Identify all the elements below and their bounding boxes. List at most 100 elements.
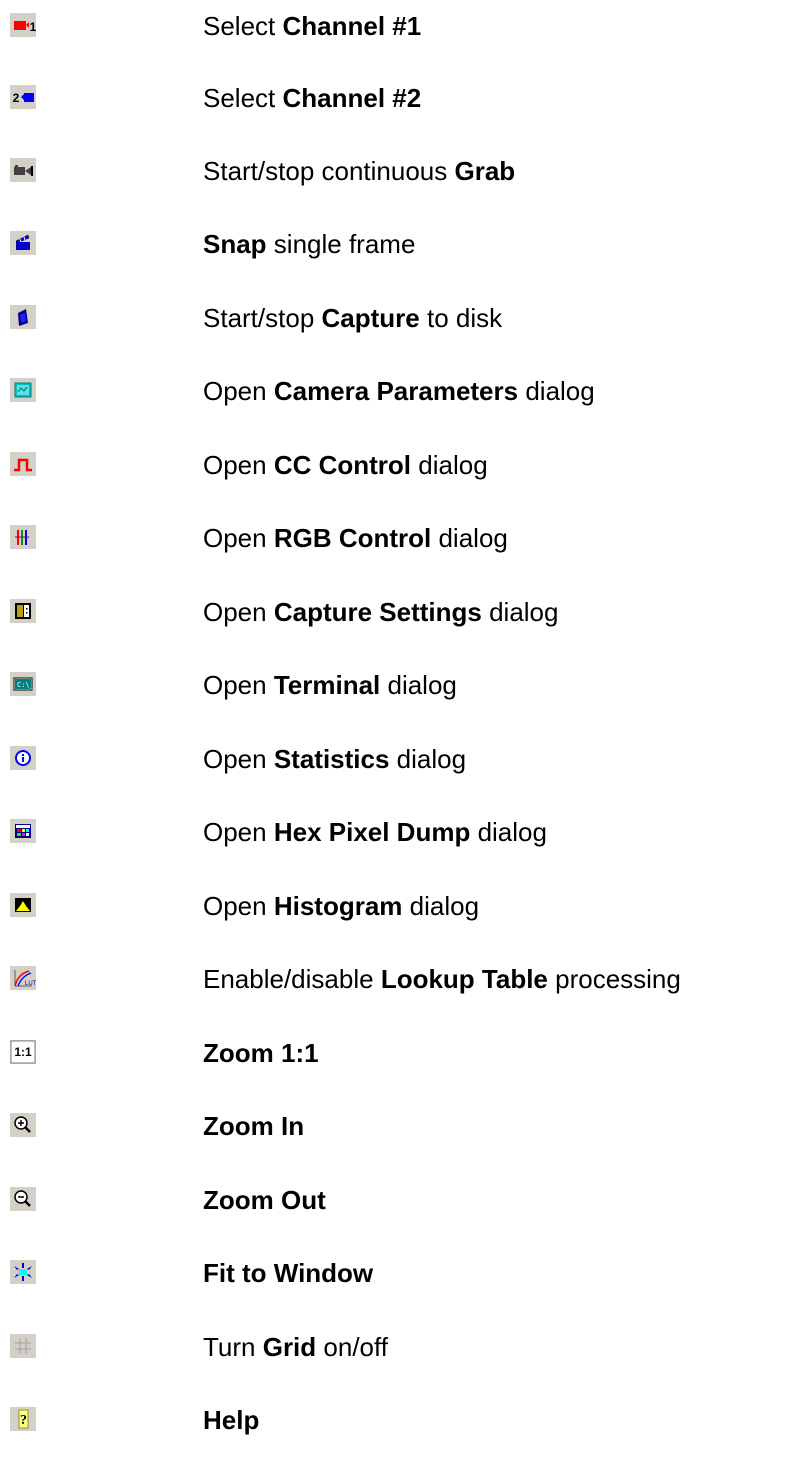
capture-settings-icon [10, 599, 36, 623]
legend-row: Open Histogram dialog [0, 880, 796, 940]
legend-row: Open RGB Control dialog [0, 512, 796, 572]
lut-curve-icon: LUT [10, 966, 36, 990]
button-name: Grid [262, 1332, 317, 1362]
channel-1-digit: 1 [30, 20, 36, 34]
legend-row: Open Statistics dialog [0, 733, 796, 793]
legend-description: Open CC Control dialog [203, 447, 488, 483]
legend-row: LUT Enable/disable Lookup Table processin… [0, 953, 796, 1013]
legend-description: Open Terminal dialog [203, 667, 457, 703]
button-name: Capture Settings [273, 597, 482, 627]
pulse-waveform-icon [10, 452, 36, 476]
legend-description: Zoom In [203, 1108, 304, 1144]
description-suffix: processing [547, 964, 681, 994]
svg-text:C:\_: C:\_ [17, 681, 35, 689]
button-name: Fit to Window [203, 1258, 374, 1288]
description-prefix: Select [203, 11, 283, 41]
legend-row: Turn Grid on/off [0, 1321, 796, 1381]
legend-description: Start/stop continuous Grab [203, 153, 515, 189]
description-prefix: Enable/disable [203, 964, 381, 994]
legend-description: Select Channel #1 [203, 8, 421, 44]
legend-description: Start/stop Capture to disk [203, 300, 502, 336]
button-name: Terminal [273, 670, 381, 700]
description-prefix: Open [203, 450, 274, 480]
description-prefix: Open [203, 670, 274, 700]
description-prefix: Select [203, 83, 283, 113]
legend-row: C:\_ Open Terminal dialog [0, 659, 796, 719]
legend-row: Open Capture Settings dialog [0, 586, 796, 646]
description-prefix: Start/stop continuous [203, 156, 455, 186]
zoom-1-1-icon: 1:1 [10, 1040, 36, 1064]
button-name: Grab [454, 156, 516, 186]
description-suffix: to disk [419, 303, 503, 333]
button-name: Snap [203, 229, 267, 259]
zoom-ratio-text: 1:1 [14, 1045, 32, 1059]
terminal-icon: C:\_ [10, 672, 36, 696]
button-name: Camera Parameters [273, 376, 519, 406]
channel-1-icon: 1 [10, 13, 36, 37]
zoom-in-icon [10, 1113, 36, 1137]
legend-description: Select Channel #2 [203, 80, 421, 116]
button-name: Zoom 1:1 [203, 1038, 319, 1068]
legend-row: Open Hex Pixel Dump dialog [0, 806, 796, 866]
button-name: Histogram [273, 891, 403, 921]
info-icon [10, 746, 36, 770]
legend-row: Open Camera Parameters dialog [0, 365, 796, 425]
legend-row: Snap single frame [0, 218, 796, 278]
grid-icon [10, 1334, 36, 1358]
description-suffix: dialog [389, 744, 467, 774]
channel-2-digit: 2 [13, 91, 20, 105]
toolbar-legend: 1 Select Channel #1 2 Select Channel #2 Star… [0, 0, 796, 1479]
button-name: Hex Pixel Dump [273, 817, 471, 847]
fit-to-window-icon [10, 1260, 36, 1284]
legend-row: Zoom In [0, 1100, 796, 1160]
description-prefix: Open [203, 817, 274, 847]
legend-description: Open RGB Control dialog [203, 520, 508, 556]
button-name: Capture [321, 303, 420, 333]
button-name: Statistics [273, 744, 390, 774]
legend-description: Open Camera Parameters dialog [203, 373, 595, 409]
legend-description: Zoom Out [203, 1182, 326, 1218]
clapper-icon [10, 231, 36, 255]
legend-row: ? Help [0, 1394, 796, 1454]
button-name: RGB Control [273, 523, 432, 553]
description-prefix: Open [203, 597, 274, 627]
description-prefix: Open [203, 891, 274, 921]
help-icon: ? [10, 1407, 36, 1431]
button-name: Channel #1 [282, 11, 422, 41]
legend-description: Snap single frame [203, 226, 415, 262]
description-suffix: dialog [380, 670, 457, 700]
legend-row: Start/stop continuous Grab [0, 145, 796, 205]
legend-description: Enable/disable Lookup Table processing [203, 961, 681, 997]
legend-row: 1:1 Zoom 1:1 [0, 1027, 796, 1087]
camera-parameters-icon [10, 378, 36, 402]
legend-row: Start/stop Capture to disk [0, 292, 796, 352]
description-suffix: dialog [411, 450, 488, 480]
zoom-out-icon [10, 1187, 36, 1211]
description-suffix: dialog [481, 597, 559, 627]
description-prefix: Open [203, 523, 274, 553]
legend-description: Fit to Window [203, 1255, 373, 1291]
button-name: Zoom In [203, 1111, 305, 1141]
legend-description: Open Capture Settings dialog [203, 594, 558, 630]
description-suffix: single frame [266, 229, 416, 259]
legend-description: Open Statistics dialog [203, 741, 466, 777]
button-name: Channel #2 [282, 83, 422, 113]
button-name: Zoom Out [203, 1185, 326, 1215]
legend-row: Open CC Control dialog [0, 439, 796, 499]
legend-row: Zoom Out [0, 1174, 796, 1234]
description-suffix: dialog [431, 523, 508, 553]
legend-row: Fit to Window [0, 1247, 796, 1307]
legend-description: Help [203, 1402, 259, 1438]
video-camera-icon [10, 158, 36, 182]
rgb-bars-icon [10, 525, 36, 549]
description-prefix: Open [203, 744, 274, 774]
legend-description: Open Histogram dialog [203, 888, 479, 924]
pixel-grid-icon [10, 819, 36, 843]
button-name: Lookup Table [380, 964, 548, 994]
description-prefix: Start/stop [203, 303, 322, 333]
description-suffix: on/off [316, 1332, 388, 1362]
legend-row: 1 Select Channel #1 [0, 0, 796, 60]
description-prefix: Open [203, 376, 274, 406]
legend-description: Turn Grid on/off [203, 1329, 388, 1365]
channel-2-icon: 2 [10, 85, 36, 109]
